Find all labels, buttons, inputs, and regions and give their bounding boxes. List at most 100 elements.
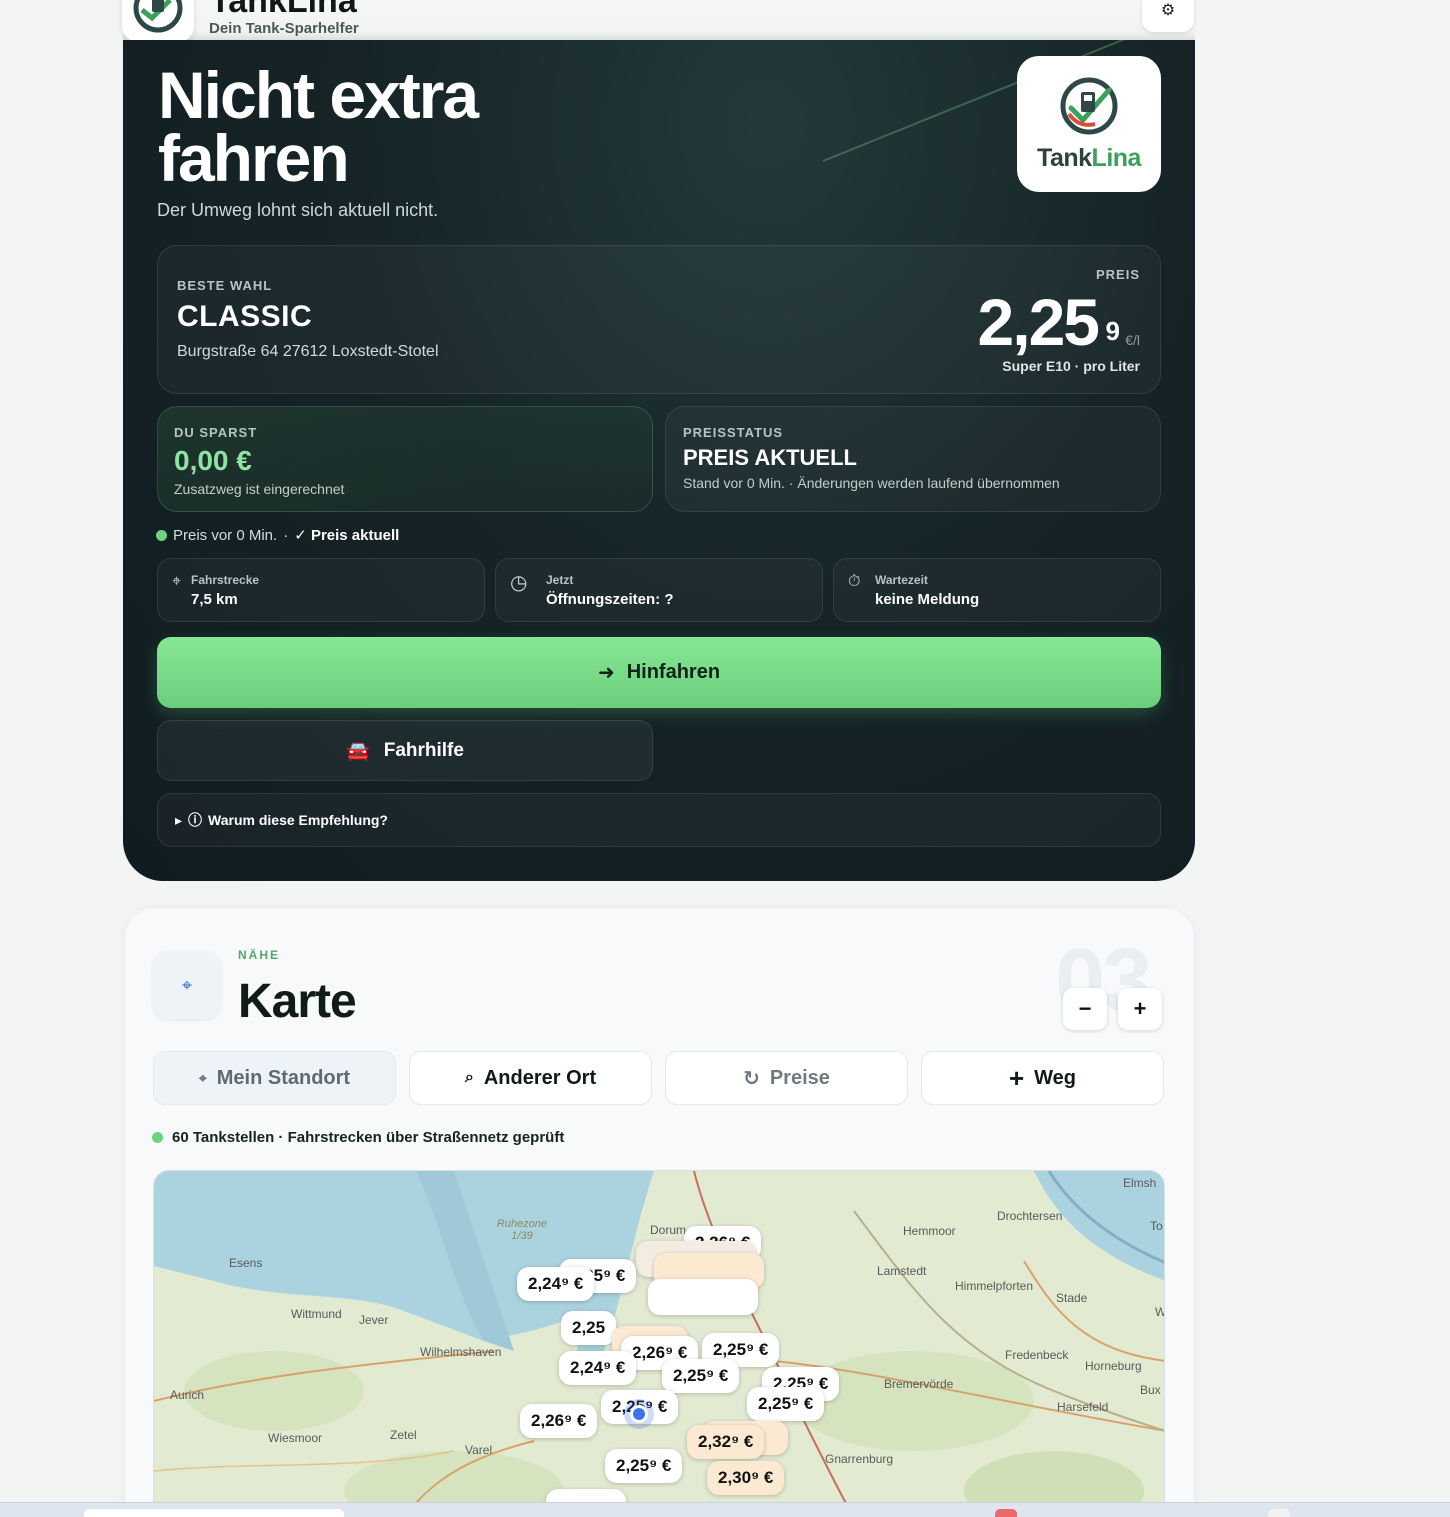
place-label: Varel [465, 1443, 493, 1457]
fuel-type: Super E10 · pro Liter [1002, 358, 1140, 374]
place-label: Esens [229, 1256, 263, 1270]
price-pin-stack[interactable] [648, 1279, 758, 1315]
crosshair-icon: ⌖ [153, 951, 221, 1019]
place-label: Hemmoor [903, 1224, 956, 1238]
chip-value: Öffnungszeiten: ? [546, 591, 674, 608]
refresh-prices-button[interactable]: ↻ Preise [665, 1051, 908, 1105]
place-label: Stade [1056, 1291, 1088, 1305]
taskbar-search[interactable] [84, 1509, 344, 1517]
caret-right-icon: ▸ [175, 811, 183, 828]
app-logo-icon [122, 0, 194, 42]
recommendation-hero: Nicht extra fahren Der Umweg lohnt sich … [123, 40, 1195, 881]
info-icon: ⓘ [188, 812, 203, 828]
live-dot-icon [156, 529, 167, 541]
route-icon: ⌖ [172, 573, 182, 590]
station-brand: CLASSIC [177, 300, 313, 333]
place-label: Wiesmoor [268, 1431, 323, 1445]
price-status-label: PREISSTATUS [683, 425, 784, 440]
chip-value: keine Meldung [875, 591, 980, 608]
place-label: Wilhelmshaven [420, 1345, 502, 1359]
price-pin[interactable]: 2,25⁹ € [747, 1387, 825, 1421]
price-pin[interactable]: 2,25⁹ € [662, 1359, 740, 1393]
clock-icon: ◷ [510, 572, 528, 594]
best-choice-card[interactable]: BESTE WAHL CLASSIC Burgstraße 64 27612 L… [157, 245, 1161, 394]
savings-amount: 0,00 € [174, 445, 252, 476]
place-label: Ruhezone 1/39 [496, 1218, 548, 1242]
price-status-card: PREISSTATUS PREIS AKTUELL Stand vor 0 Mi… [665, 406, 1161, 512]
station-map[interactable]: Esens Wittmund Jever Wilhelmshaven Auric… [153, 1170, 1165, 1517]
price-pin[interactable]: 2,25⁹ € [605, 1449, 683, 1483]
place-label: W [1155, 1305, 1164, 1319]
live-text: Preis vor 0 Min. [173, 526, 278, 544]
other-location-button[interactable]: ⌕ Anderer Ort [409, 1051, 652, 1105]
savings-note: Zusatzweg ist eingerechnet [174, 481, 345, 497]
navigate-button[interactable]: ➜ Hinfahren [157, 637, 1161, 708]
price-pin[interactable]: 2,24⁹ € [517, 1267, 595, 1301]
fuel-pump-logo-icon [1060, 77, 1118, 134]
zoom-in-button[interactable]: + [1118, 988, 1162, 1030]
arrow-right-icon: ➜ [597, 662, 615, 684]
price-pin[interactable]: 2,24⁹ € [559, 1351, 637, 1385]
stopwatch-icon: ⏱ [848, 573, 861, 590]
savings-label: DU SPARST [174, 425, 258, 440]
taskbar-app-icon[interactable] [995, 1509, 1017, 1517]
button-label: Weg [1034, 1066, 1077, 1089]
place-label: Horneburg [1085, 1359, 1142, 1373]
station-address: Burgstraße 64 27612 Loxstedt-Stotel [177, 343, 439, 360]
place-label: Lamstedt [877, 1264, 927, 1278]
price-tenth: 9 [1105, 316, 1120, 346]
place-label: Zetel [390, 1428, 417, 1442]
opening-hours-chip: ◷ Jetzt Öffnungszeiten: ? [495, 558, 823, 622]
hero-subtitle: Der Umweg lohnt sich aktuell nicht. [157, 200, 439, 220]
live-indicator: Preis vor 0 Min. · ✓ Preis aktuell [156, 526, 399, 544]
place-label: Bux [1140, 1383, 1161, 1397]
price-status-value: PREIS AKTUELL [683, 445, 857, 470]
app-subtitle: Dein Tank-Sparhelfer [209, 20, 359, 37]
why-recommendation-toggle[interactable]: ▸ ⓘ Warum diese Empfehlung? [157, 793, 1161, 847]
distance-chip: ⌖ Fahrstrecke 7,5 km [157, 558, 485, 622]
live-badge: ✓ Preis aktuell [294, 527, 400, 544]
chip-value: 7,5 km [191, 591, 238, 608]
price-value: 2,25 [977, 285, 1100, 359]
button-label: Preise [769, 1066, 830, 1089]
place-label: Himmelpforten [955, 1279, 1034, 1293]
car-icon: 🚘 [346, 740, 370, 762]
price-pin[interactable]: 2,26⁹ € [520, 1404, 598, 1438]
stations-text: 60 Tankstellen · Fahrstrecken über Straß… [172, 1129, 565, 1146]
price-label: PREIS [1095, 267, 1140, 282]
price-pin[interactable]: 2,32⁹ € [687, 1425, 765, 1459]
user-location-marker [630, 1405, 648, 1423]
status-dot-icon [152, 1132, 163, 1143]
best-choice-label: BESTE WAHL [177, 278, 273, 293]
chip-key: Fahrstrecke [191, 573, 260, 587]
settings-button[interactable]: ⚙ [1142, 0, 1194, 32]
savings-card: DU SPARST 0,00 € Zusatzweg ist eingerech… [157, 406, 653, 512]
place-label: Fredenbeck [1005, 1348, 1069, 1362]
logo-wordmark: TankLina [1037, 143, 1141, 172]
gear-icon: ⚙ [1160, 2, 1176, 19]
price-status-note: Stand vor 0 Min. · Änderungen werden lau… [683, 475, 1060, 491]
section-eyebrow: NÄHE [238, 948, 281, 962]
place-label: Drochtersen [997, 1209, 1063, 1223]
price-pin[interactable]: 2,30⁹ € [707, 1461, 785, 1495]
hero-title: Nicht extra fahren [158, 58, 479, 195]
chip-key: Wartezeit [875, 573, 928, 587]
map-section: ⌖ NÄHE Karte 03 − + ⌖ Mein Standort ⌕ An… [125, 908, 1194, 1517]
section-title: Karte [238, 975, 357, 1028]
button-label: Mein Standort [216, 1066, 351, 1089]
place-label: Bremervörde [884, 1377, 954, 1391]
price-unit: €/l [1125, 332, 1140, 348]
place-label: Gnarrenburg [825, 1452, 894, 1466]
waiting-time-chip: ⏱ Wartezeit keine Meldung [833, 558, 1161, 622]
taskbar-app-icon[interactable] [1268, 1509, 1290, 1517]
place-label: Jever [359, 1313, 389, 1327]
button-label: Anderer Ort [483, 1066, 597, 1089]
os-taskbar [0, 1502, 1450, 1517]
my-location-button[interactable]: ⌖ Mein Standort [153, 1051, 396, 1105]
drive-help-label: Fahrhilfe [383, 739, 464, 761]
price-pin[interactable]: 2,25 [561, 1311, 617, 1345]
drive-help-button[interactable]: 🚘 Fahrhilfe [157, 720, 653, 781]
zoom-out-button[interactable]: − [1063, 988, 1107, 1030]
add-route-button[interactable]: + Weg [921, 1051, 1164, 1105]
place-label: Harsefeld [1057, 1400, 1109, 1414]
